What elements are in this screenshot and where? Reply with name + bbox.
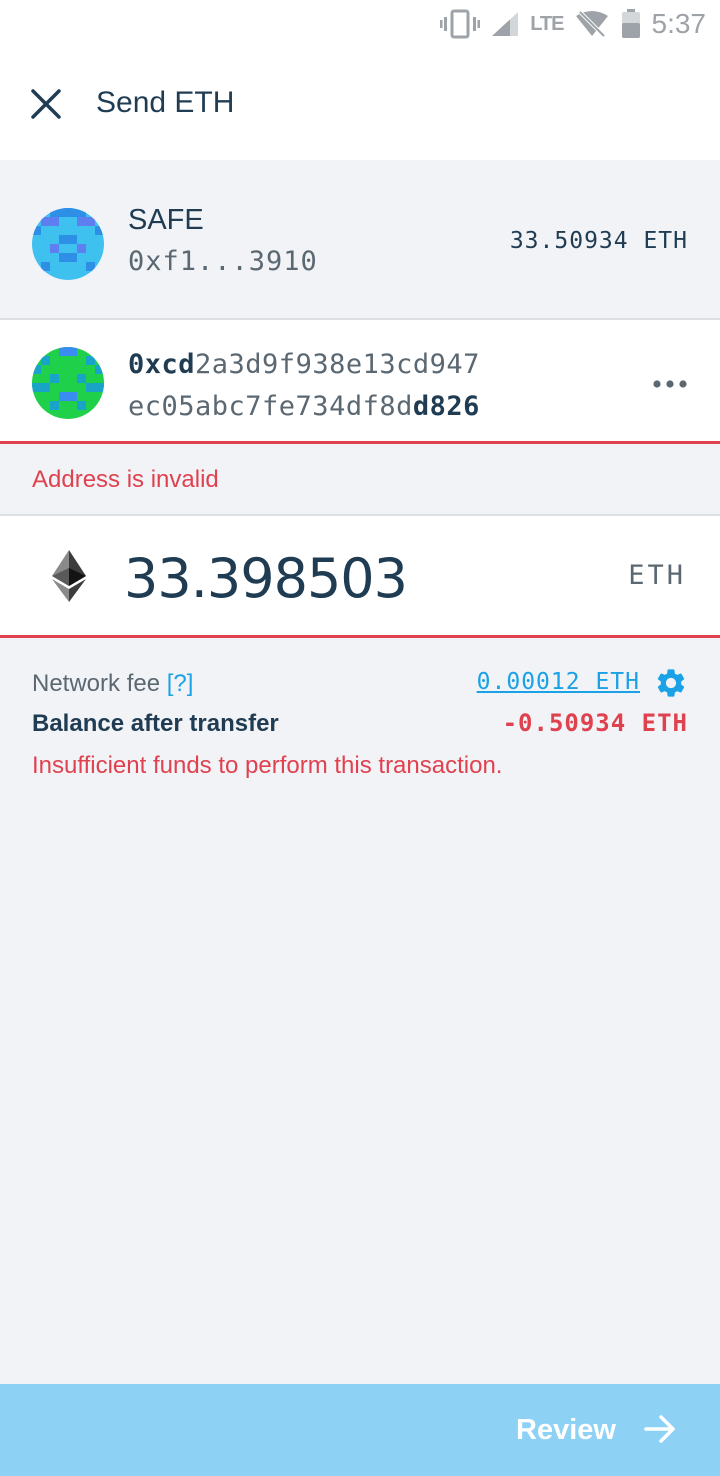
recipient-address-line-1: 0xcd2a3d9f938e13cd947 [128, 349, 480, 380]
arrow-right-icon [644, 1414, 676, 1447]
amount-input[interactable] [124, 538, 564, 618]
balance-after-label: Balance after transfer [32, 710, 279, 737]
gear-icon [657, 669, 685, 697]
sender-balance: 33.50934 ETH [509, 228, 688, 254]
sender-account: SAFE 0xf1...3910 33.50934 ETH [0, 160, 720, 320]
recipient-menu-button[interactable] [650, 364, 690, 404]
page-title: Send ETH [96, 86, 235, 119]
review-label: Review [516, 1414, 616, 1446]
recipient-field[interactable]: 0xcd2a3d9f938e13cd947 ec05abc7fe734df8dd… [0, 320, 720, 444]
network-fee-label: Network fee [?] [32, 670, 193, 698]
address-error-message: Address is invalid [32, 466, 219, 493]
recipient-address-line-2: ec05abc7fe734df8dd826 [128, 391, 480, 422]
clock: 5:37 [651, 8, 707, 39]
amount-field: ETH [0, 514, 720, 638]
sender-avatar [32, 208, 104, 280]
ethereum-icon [52, 550, 86, 607]
balance-after-value: -0.50934 ETH [502, 709, 688, 737]
status-icons: LTE 5:37 [440, 6, 706, 42]
insufficient-funds-message: Insufficient funds to perform this trans… [32, 752, 503, 779]
recipient-avatar [32, 347, 104, 419]
vibrate-icon [440, 9, 481, 39]
network-fee-text: Network fee [32, 670, 161, 697]
more-horizontal-icon [653, 380, 687, 388]
recipient-address[interactable]: 0xcd2a3d9f938e13cd947 ec05abc7fe734df8dd… [128, 344, 480, 428]
battery-icon [620, 9, 642, 39]
status-bar: LTE 5:37 [0, 0, 720, 48]
network-fee-value[interactable]: 0.00012 ETH [477, 669, 640, 695]
review-button[interactable]: Review [0, 1384, 720, 1476]
network-fee-help-link[interactable]: [?] [167, 670, 194, 697]
fee-settings-button[interactable] [654, 666, 688, 700]
network-type: LTE [530, 12, 564, 35]
wifi-off-icon [574, 10, 610, 38]
sender-address: 0xf1...3910 [128, 246, 318, 277]
signal-icon [490, 10, 520, 38]
app-header: Send ETH [0, 48, 720, 160]
amount-unit: ETH [628, 560, 686, 591]
sender-name: SAFE [128, 204, 204, 236]
close-button[interactable] [22, 78, 70, 130]
close-icon [31, 89, 61, 119]
